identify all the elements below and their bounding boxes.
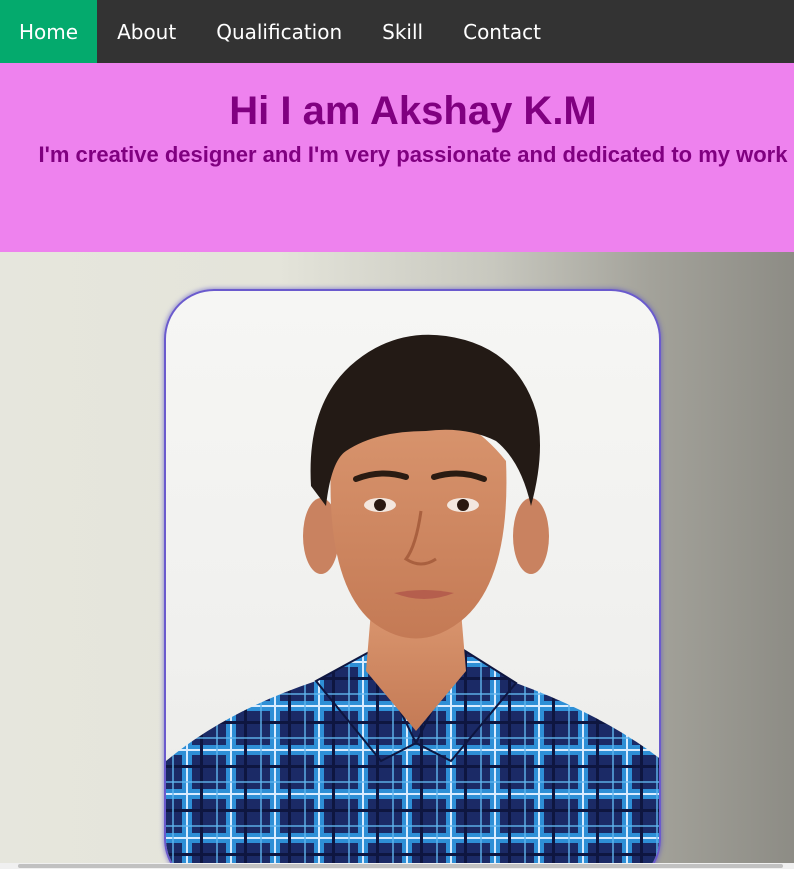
horizontal-scrollbar[interactable]	[0, 863, 794, 869]
scrollbar-thumb[interactable]	[18, 864, 783, 868]
nav-about[interactable]: About	[97, 0, 196, 63]
nav-skill[interactable]: Skill	[362, 0, 443, 63]
nav-home[interactable]: Home	[0, 0, 98, 63]
nav-contact[interactable]: Contact	[443, 0, 561, 63]
profile-section	[0, 252, 794, 869]
hero-subtitle: I'm creative designer and I'm very passi…	[38, 142, 788, 167]
hero-title: Hi I am Akshay K.M	[229, 89, 597, 133]
portrait-illustration	[166, 334, 659, 869]
top-navbar: Home About Qualification Skill Contact	[0, 0, 794, 63]
hero-banner: Hi I am Akshay K.M I'm creative designer…	[0, 63, 794, 252]
nav-qualification[interactable]: Qualification	[196, 0, 362, 63]
profile-photo	[164, 289, 661, 869]
